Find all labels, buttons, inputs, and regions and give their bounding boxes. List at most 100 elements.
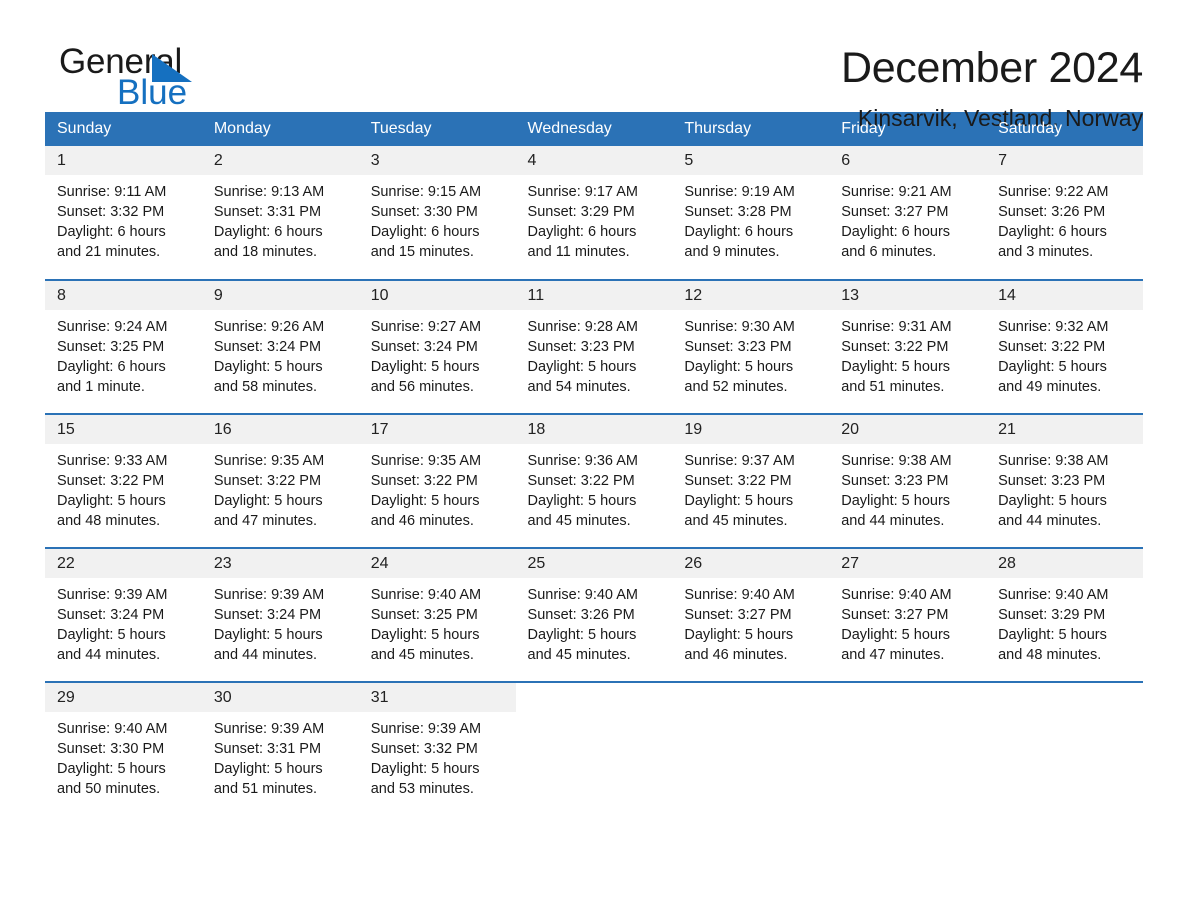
daylight-line2-text: and 44 minutes. <box>213 647 318 663</box>
calendar-day-cell[interactable]: 13 Sunrise: 9:31 AM Sunset: 3:22 PM Dayligh… <box>829 279 987 414</box>
calendar-day-cell[interactable]: 10 Sunrise: 9:27 AM Sunset: 3:24 PM Dayligh… <box>358 279 516 414</box>
daylight-line1-text: Daylight: 5 hours <box>841 359 951 375</box>
sunset-text: Sunset: 3:29 PM <box>998 607 1106 623</box>
location-subtitle: Kinsarvik, Vestland, Norway <box>857 105 1143 132</box>
sunrise-text: Sunrise: 9:39 AM <box>370 721 482 737</box>
day-details: Sunrise: 9:36 AM Sunset: 3:22 PM Daylight:… <box>516 444 673 531</box>
day-number: 19 <box>672 415 830 444</box>
calendar-day-cell[interactable]: 2 Sunrise: 9:13 AM Sunset: 3:31 PM Daylight… <box>201 146 359 280</box>
sunset-text: Sunset: 3:29 PM <box>527 204 635 220</box>
daylight-line1-text: Daylight: 6 hours <box>527 224 637 240</box>
daylight-line1-text: Daylight: 5 hours <box>213 627 323 643</box>
daylight-line2-text: and 50 minutes. <box>57 781 161 797</box>
daylight-line2-text: and 45 minutes. <box>370 647 474 663</box>
daylight-line2-text: and 53 minutes. <box>370 781 474 797</box>
day-details: Sunrise: 9:32 AM Sunset: 3:22 PM Daylight:… <box>986 310 1143 397</box>
calendar-day-cell[interactable]: 9 Sunrise: 9:26 AM Sunset: 3:24 PM Daylight… <box>201 279 359 414</box>
day-details: Sunrise: 9:28 AM Sunset: 3:23 PM Daylight:… <box>516 310 673 397</box>
calendar-day-cell[interactable]: 19 Sunrise: 9:37 AM Sunset: 3:22 PM Dayligh… <box>672 413 830 548</box>
calendar-day-cell[interactable]: 3 Sunrise: 9:15 AM Sunset: 3:30 PM Daylight… <box>358 146 516 280</box>
calendar-cell-empty <box>672 681 830 816</box>
daylight-line2-text: and 45 minutes. <box>527 647 631 663</box>
calendar-day-cell[interactable]: 14 Sunrise: 9:32 AM Sunset: 3:22 PM Dayligh… <box>986 279 1143 414</box>
daylight-line1-text: Daylight: 5 hours <box>370 761 480 777</box>
sunset-text: Sunset: 3:23 PM <box>684 339 792 355</box>
sunrise-text: Sunrise: 9:40 AM <box>998 587 1109 603</box>
calendar-day-cell[interactable]: 22 Sunrise: 9:39 AM Sunset: 3:24 PM Dayligh… <box>45 547 202 682</box>
day-number: 21 <box>986 415 1143 444</box>
sunset-text: Sunset: 3:25 PM <box>57 339 165 355</box>
calendar-day-cell[interactable]: 26 Sunrise: 9:40 AM Sunset: 3:27 PM Dayligh… <box>672 547 830 682</box>
calendar-day-cell[interactable]: 21 Sunrise: 9:38 AM Sunset: 3:23 PM Dayligh… <box>986 413 1143 548</box>
calendar-day-cell[interactable]: 16 Sunrise: 9:35 AM Sunset: 3:22 PM Dayligh… <box>201 413 359 548</box>
sunrise-text: Sunrise: 9:37 AM <box>684 453 795 469</box>
calendar-day-cell[interactable]: 30 Sunrise: 9:39 AM Sunset: 3:31 PM Dayligh… <box>201 681 359 816</box>
daylight-line2-text: and 18 minutes. <box>213 244 318 260</box>
calendar-day-cell[interactable]: 28 Sunrise: 9:40 AM Sunset: 3:29 PM Dayligh… <box>986 547 1143 682</box>
calendar-day-cell[interactable]: 12 Sunrise: 9:30 AM Sunset: 3:23 PM Dayligh… <box>672 279 830 414</box>
day-number: 7 <box>986 146 1143 175</box>
sunset-text: Sunset: 3:31 PM <box>213 204 322 220</box>
calendar-day-cell[interactable]: 1 Sunrise: 9:11 AM Sunset: 3:32 PM Daylight… <box>45 146 202 280</box>
calendar-day-cell[interactable]: 8 Sunrise: 9:24 AM Sunset: 3:25 PM Daylight… <box>45 279 202 414</box>
calendar-day-cell[interactable]: 5 Sunrise: 9:19 AM Sunset: 3:28 PM Daylight… <box>672 146 830 280</box>
calendar-day-cell[interactable]: 25 Sunrise: 9:40 AM Sunset: 3:26 PM Dayligh… <box>515 547 673 682</box>
daylight-line1-text: Daylight: 5 hours <box>841 627 951 643</box>
daylight-line1-text: Daylight: 5 hours <box>370 359 480 375</box>
weekday-header-wednesday: Wednesday <box>515 112 673 146</box>
day-number: 22 <box>45 549 202 578</box>
sunset-text: Sunset: 3:25 PM <box>370 607 478 623</box>
calendar-day-cell[interactable]: 29 Sunrise: 9:40 AM Sunset: 3:30 PM Dayligh… <box>45 681 202 816</box>
calendar-day-cell[interactable]: 24 Sunrise: 9:40 AM Sunset: 3:25 PM Dayligh… <box>358 547 516 682</box>
daylight-line2-text: and 51 minutes. <box>213 781 318 797</box>
day-details: Sunrise: 9:26 AM Sunset: 3:24 PM Daylight:… <box>202 310 359 397</box>
calendar-day-cell[interactable]: 6 Sunrise: 9:21 AM Sunset: 3:27 PM Daylight… <box>829 146 987 280</box>
daylight-line2-text: and 47 minutes. <box>841 647 945 663</box>
daylight-line1-text: Daylight: 6 hours <box>998 224 1107 240</box>
daylight-line2-text: and 54 minutes. <box>527 379 631 395</box>
day-number: 9 <box>201 281 359 310</box>
calendar-day-cell[interactable]: 17 Sunrise: 9:35 AM Sunset: 3:22 PM Dayligh… <box>358 413 516 548</box>
calendar-day-cell[interactable]: 18 Sunrise: 9:36 AM Sunset: 3:22 PM Dayligh… <box>515 413 673 548</box>
calendar-day-cell[interactable]: 23 Sunrise: 9:39 AM Sunset: 3:24 PM Dayligh… <box>201 547 359 682</box>
sunrise-text: Sunrise: 9:24 AM <box>57 319 168 335</box>
sunrise-text: Sunrise: 9:40 AM <box>527 587 638 603</box>
sunrise-text: Sunrise: 9:38 AM <box>841 453 952 469</box>
daylight-line2-text: and 47 minutes. <box>213 513 318 529</box>
daylight-line2-text: and 52 minutes. <box>684 379 788 395</box>
sunrise-text: Sunrise: 9:39 AM <box>57 587 168 603</box>
daylight-line1-text: Daylight: 5 hours <box>998 627 1107 643</box>
sunrise-text: Sunrise: 9:39 AM <box>213 587 325 603</box>
sunset-text: Sunset: 3:24 PM <box>57 607 165 623</box>
day-details: Sunrise: 9:31 AM Sunset: 3:22 PM Daylight:… <box>829 310 986 397</box>
daylight-line2-text: and 6 minutes. <box>841 244 937 260</box>
title-block: December 2024 Kinsarvik, Vestland, Norwa… <box>841 44 1143 132</box>
calendar-day-cell[interactable]: 31 Sunrise: 9:39 AM Sunset: 3:32 PM Dayligh… <box>358 681 516 816</box>
calendar-page: General Blue December 2024 Kinsarvik, Ve… <box>0 0 1188 918</box>
calendar-day-cell[interactable]: 20 Sunrise: 9:38 AM Sunset: 3:23 PM Dayligh… <box>829 413 987 548</box>
calendar-day-cell[interactable]: 4 Sunrise: 9:17 AM Sunset: 3:29 PM Daylight… <box>515 146 673 280</box>
day-number: 20 <box>829 415 987 444</box>
calendar-day-cell[interactable]: 11 Sunrise: 9:28 AM Sunset: 3:23 PM Dayligh… <box>515 279 673 414</box>
daylight-line2-text: and 3 minutes. <box>998 244 1094 260</box>
sunset-text: Sunset: 3:22 PM <box>57 473 165 489</box>
daylight-line1-text: Daylight: 5 hours <box>998 493 1107 509</box>
daylight-line1-text: Daylight: 5 hours <box>370 493 480 509</box>
weekday-header-sunday: Sunday <box>45 112 202 146</box>
calendar-day-cell[interactable]: 15 Sunrise: 9:33 AM Sunset: 3:22 PM Dayligh… <box>45 413 202 548</box>
day-number: 30 <box>201 683 359 712</box>
sunrise-text: Sunrise: 9:40 AM <box>370 587 482 603</box>
sunset-text: Sunset: 3:23 PM <box>998 473 1106 489</box>
sunrise-text: Sunrise: 9:28 AM <box>527 319 638 335</box>
daylight-line1-text: Daylight: 6 hours <box>370 224 480 240</box>
calendar-day-cell[interactable]: 27 Sunrise: 9:40 AM Sunset: 3:27 PM Dayligh… <box>829 547 987 682</box>
sunset-text: Sunset: 3:24 PM <box>213 607 322 623</box>
calendar-week-row: 29 Sunrise: 9:40 AM Sunset: 3:30 PM Dayligh… <box>45 681 1143 816</box>
daylight-line2-text: and 58 minutes. <box>213 379 318 395</box>
day-number: 5 <box>672 146 830 175</box>
day-details: Sunrise: 9:35 AM Sunset: 3:22 PM Daylight:… <box>202 444 359 531</box>
sunrise-text: Sunrise: 9:21 AM <box>841 184 952 200</box>
calendar-day-cell[interactable]: 7 Sunrise: 9:22 AM Sunset: 3:26 PM Daylight… <box>986 146 1143 280</box>
daylight-line2-text: and 48 minutes. <box>57 513 161 529</box>
sunset-text: Sunset: 3:31 PM <box>213 741 322 757</box>
